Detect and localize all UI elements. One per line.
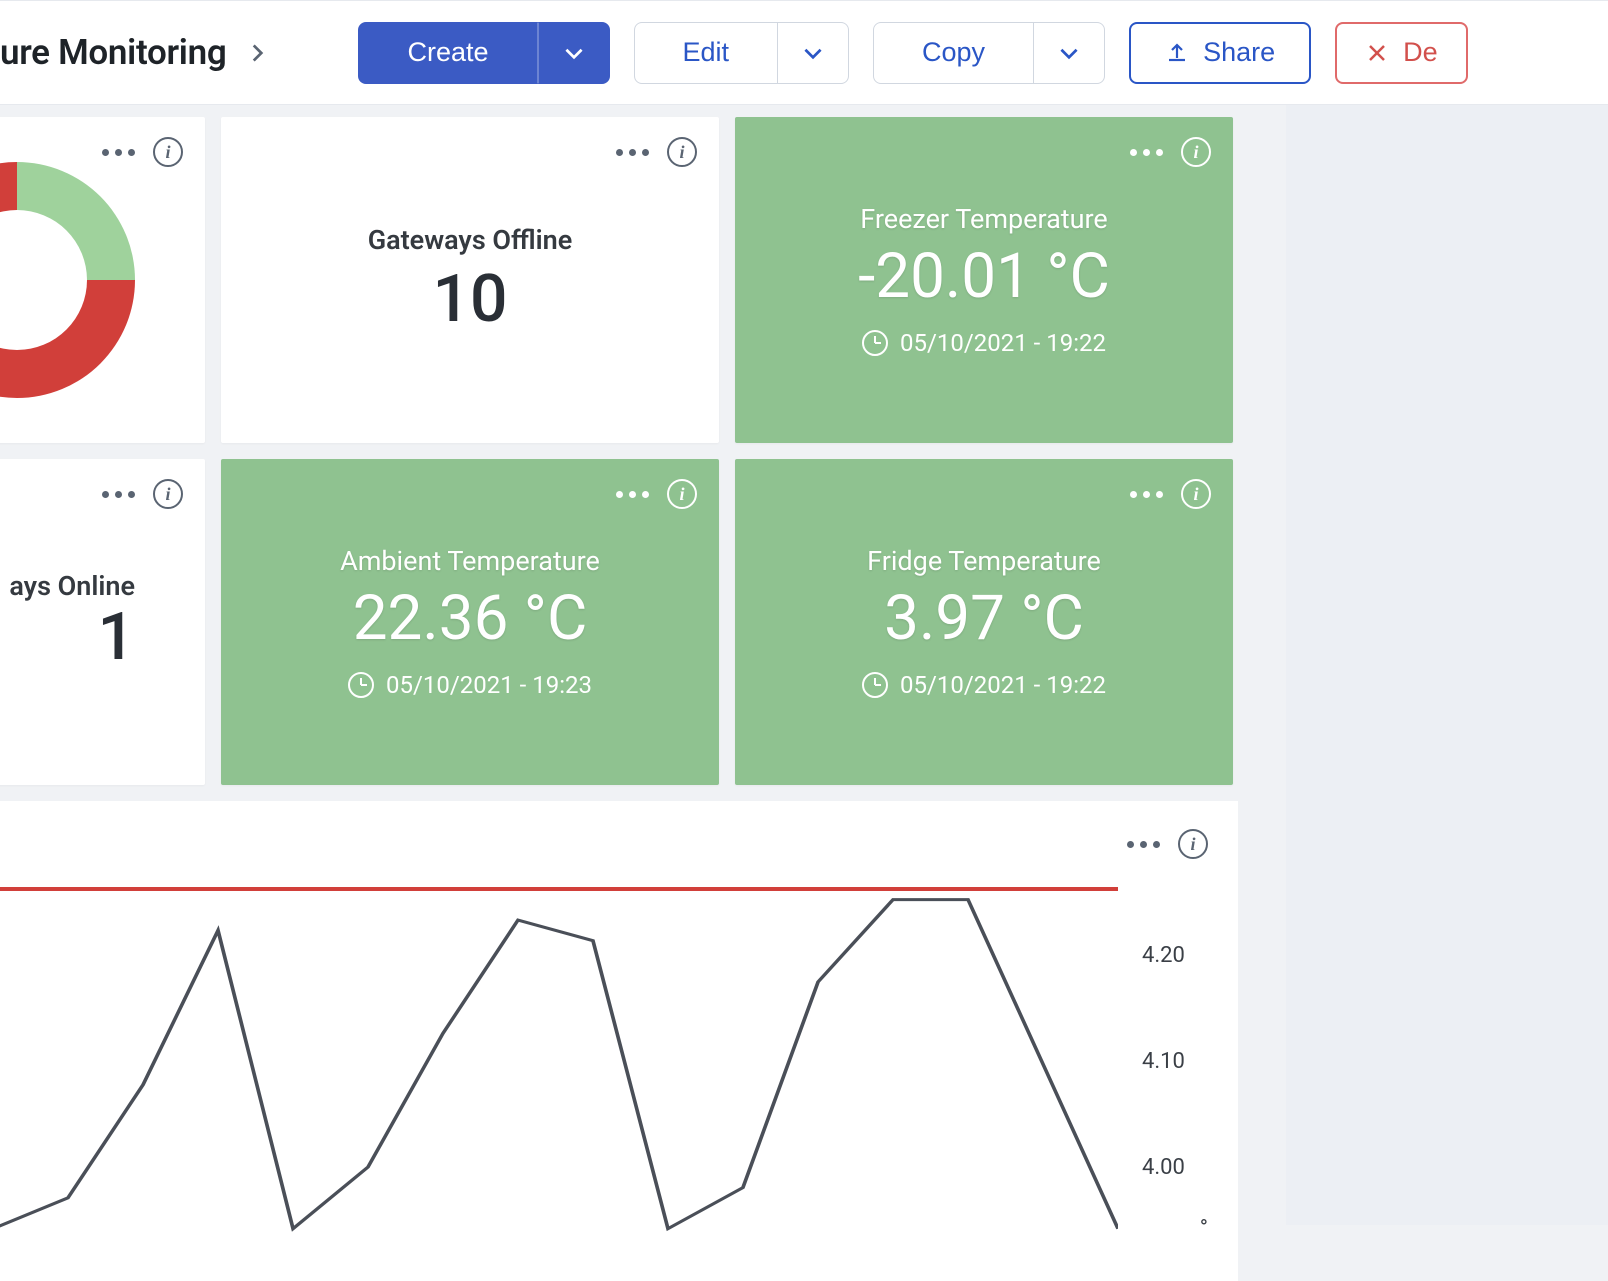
y-axis: 4.20 4.10 4.00 ° bbox=[1118, 879, 1208, 1239]
timestamp: 05/10/2021 - 19:22 bbox=[862, 671, 1106, 699]
metric-label: Ambient Temperature bbox=[340, 545, 600, 577]
timestamp: 05/10/2021 - 19:23 bbox=[348, 671, 592, 699]
line-plot bbox=[0, 879, 1118, 1239]
clock-icon bbox=[862, 672, 888, 698]
y-tick: 4.00 bbox=[1142, 1155, 1185, 1180]
y-tick: 4.10 bbox=[1142, 1049, 1185, 1074]
info-icon[interactable]: i bbox=[153, 137, 183, 167]
chart-card: i ph 4.20 4.10 4.00 ° bbox=[0, 801, 1238, 1281]
more-icon[interactable] bbox=[102, 491, 135, 498]
metric-value: 10 bbox=[432, 264, 507, 337]
y-tick: 4.20 bbox=[1142, 943, 1185, 968]
right-panel bbox=[1286, 105, 1608, 1225]
toolbar: ature Monitoring Create Edit Copy Share … bbox=[0, 0, 1608, 105]
page-title: ature Monitoring bbox=[0, 32, 226, 73]
chart-title: ph bbox=[0, 825, 1208, 855]
close-icon bbox=[1365, 41, 1389, 65]
threshold-line bbox=[0, 887, 1118, 891]
timestamp: 05/10/2021 - 19:22 bbox=[862, 329, 1106, 357]
y-unit: ° bbox=[1200, 1216, 1208, 1241]
clock-icon bbox=[862, 330, 888, 356]
metric-label: Freezer Temperature bbox=[860, 203, 1107, 235]
more-icon[interactable] bbox=[1130, 149, 1163, 156]
donut-chart bbox=[0, 162, 135, 398]
info-icon[interactable]: i bbox=[667, 137, 697, 167]
more-icon[interactable] bbox=[102, 149, 135, 156]
info-icon[interactable]: i bbox=[153, 479, 183, 509]
create-dropdown[interactable] bbox=[538, 22, 610, 84]
metric-value: -20.01 °C bbox=[858, 243, 1110, 311]
copy-button-group: Copy bbox=[873, 22, 1105, 84]
metric-label: ays Online bbox=[9, 570, 135, 602]
metric-value: 1 bbox=[97, 602, 135, 675]
title-area: ature Monitoring bbox=[0, 32, 270, 73]
copy-dropdown[interactable] bbox=[1034, 22, 1105, 84]
copy-button[interactable]: Copy bbox=[873, 22, 1034, 84]
card-gateways-offline: i Gateways Offline 10 bbox=[221, 117, 719, 443]
delete-button[interactable]: De bbox=[1335, 22, 1468, 84]
create-button[interactable]: Create bbox=[358, 22, 537, 84]
delete-label: De bbox=[1403, 37, 1438, 68]
edit-button[interactable]: Edit bbox=[634, 22, 779, 84]
create-button-group: Create bbox=[358, 22, 609, 84]
card-ambient-temp: i Ambient Temperature 22.36 °C 05/10/202… bbox=[221, 459, 719, 785]
share-label: Share bbox=[1203, 37, 1275, 68]
more-icon[interactable] bbox=[1127, 841, 1160, 848]
clock-icon bbox=[348, 672, 374, 698]
edit-button-group: Edit bbox=[634, 22, 850, 84]
share-button[interactable]: Share bbox=[1129, 22, 1311, 84]
edit-dropdown[interactable] bbox=[778, 22, 849, 84]
more-icon[interactable] bbox=[1130, 491, 1163, 498]
upload-icon bbox=[1165, 41, 1189, 65]
dashboard: i ewaysnline i Gateways Offline 10 bbox=[0, 105, 1286, 1281]
metric-value: 22.36 °C bbox=[353, 585, 588, 653]
metric-label: Fridge Temperature bbox=[867, 545, 1101, 577]
card-gateways-donut: i ewaysnline bbox=[0, 117, 205, 443]
more-icon[interactable] bbox=[616, 149, 649, 156]
info-icon[interactable]: i bbox=[667, 479, 697, 509]
more-icon[interactable] bbox=[616, 491, 649, 498]
card-fridge-temp: i Fridge Temperature 3.97 °C 05/10/2021 … bbox=[735, 459, 1233, 785]
info-icon[interactable]: i bbox=[1178, 829, 1208, 859]
metric-label: Gateways Offline bbox=[368, 224, 573, 256]
card-gateways-online: i ays Online 1 bbox=[0, 459, 205, 785]
metric-value: 3.97 °C bbox=[884, 585, 1084, 653]
info-icon[interactable]: i bbox=[1181, 479, 1211, 509]
info-icon[interactable]: i bbox=[1181, 137, 1211, 167]
card-freezer-temp: i Freezer Temperature -20.01 °C 05/10/20… bbox=[735, 117, 1233, 443]
chevron-right-icon[interactable] bbox=[244, 40, 270, 66]
chart-area: 4.20 4.10 4.00 ° bbox=[30, 879, 1208, 1239]
